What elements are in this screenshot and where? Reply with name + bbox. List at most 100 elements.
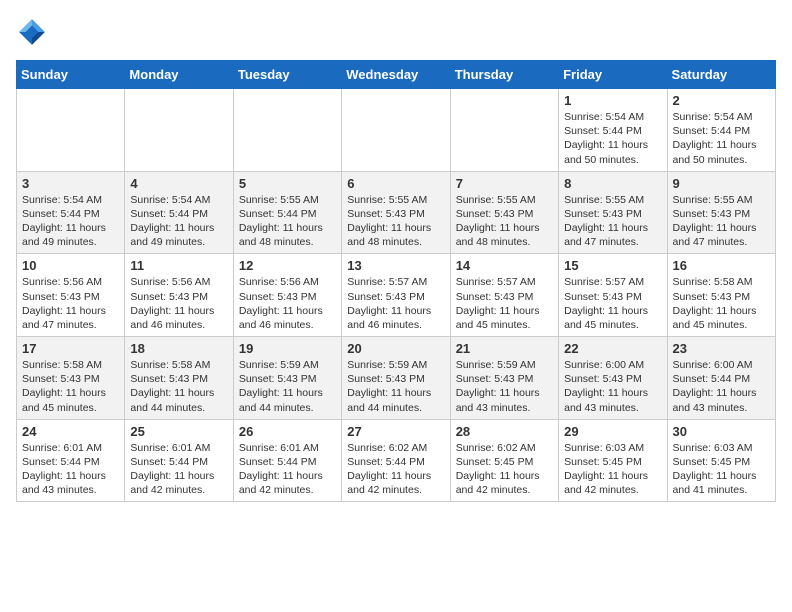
calendar-cell: 1 Sunrise: 5:54 AM Sunset: 5:44 PM Daylig… <box>559 89 667 172</box>
weekday-header-wednesday: Wednesday <box>342 61 450 89</box>
day-number: 20 <box>347 341 444 356</box>
calendar-cell <box>342 89 450 172</box>
day-number: 1 <box>564 93 661 108</box>
day-info: Sunrise: 6:01 AM Sunset: 5:44 PM Dayligh… <box>22 441 119 498</box>
day-info: Sunrise: 5:54 AM Sunset: 5:44 PM Dayligh… <box>673 110 770 167</box>
weekday-header-monday: Monday <box>125 61 233 89</box>
day-info: Sunrise: 5:59 AM Sunset: 5:43 PM Dayligh… <box>239 358 336 415</box>
day-info: Sunrise: 5:55 AM Sunset: 5:43 PM Dayligh… <box>673 193 770 250</box>
calendar-cell: 11 Sunrise: 5:56 AM Sunset: 5:43 PM Dayli… <box>125 254 233 337</box>
calendar-cell: 5 Sunrise: 5:55 AM Sunset: 5:44 PM Daylig… <box>233 171 341 254</box>
day-number: 30 <box>673 424 770 439</box>
day-info: Sunrise: 5:56 AM Sunset: 5:43 PM Dayligh… <box>130 275 227 332</box>
day-number: 25 <box>130 424 227 439</box>
calendar-cell <box>125 89 233 172</box>
calendar-week-4: 24 Sunrise: 6:01 AM Sunset: 5:44 PM Dayli… <box>17 419 776 502</box>
day-number: 11 <box>130 258 227 273</box>
calendar-cell: 29Sunrise: 6:03 AM Sunset: 5:45 PM Dayli… <box>559 419 667 502</box>
calendar-cell: 10 Sunrise: 5:56 AM Sunset: 5:43 PM Dayli… <box>17 254 125 337</box>
calendar-header-row: SundayMondayTuesdayWednesdayThursdayFrid… <box>17 61 776 89</box>
day-number: 4 <box>130 176 227 191</box>
calendar-cell <box>17 89 125 172</box>
day-info: Sunrise: 5:55 AM Sunset: 5:43 PM Dayligh… <box>456 193 553 250</box>
day-number: 5 <box>239 176 336 191</box>
day-number: 2 <box>673 93 770 108</box>
day-info: Sunrise: 5:57 AM Sunset: 5:43 PM Dayligh… <box>456 275 553 332</box>
logo <box>16 16 52 48</box>
day-number: 15 <box>564 258 661 273</box>
day-info: Sunrise: 5:58 AM Sunset: 5:43 PM Dayligh… <box>130 358 227 415</box>
day-number: 12 <box>239 258 336 273</box>
calendar-cell: 30Sunrise: 6:03 AM Sunset: 5:45 PM Dayli… <box>667 419 775 502</box>
day-info: Sunrise: 5:56 AM Sunset: 5:43 PM Dayligh… <box>22 275 119 332</box>
day-info: Sunrise: 5:59 AM Sunset: 5:43 PM Dayligh… <box>347 358 444 415</box>
day-number: 13 <box>347 258 444 273</box>
calendar-cell: 9Sunrise: 5:55 AM Sunset: 5:43 PM Daylig… <box>667 171 775 254</box>
day-info: Sunrise: 6:02 AM Sunset: 5:45 PM Dayligh… <box>456 441 553 498</box>
day-number: 27 <box>347 424 444 439</box>
day-number: 10 <box>22 258 119 273</box>
day-number: 21 <box>456 341 553 356</box>
day-info: Sunrise: 6:03 AM Sunset: 5:45 PM Dayligh… <box>564 441 661 498</box>
day-info: Sunrise: 6:01 AM Sunset: 5:44 PM Dayligh… <box>239 441 336 498</box>
calendar-cell: 18 Sunrise: 5:58 AM Sunset: 5:43 PM Dayli… <box>125 337 233 420</box>
day-info: Sunrise: 5:59 AM Sunset: 5:43 PM Dayligh… <box>456 358 553 415</box>
day-info: Sunrise: 5:57 AM Sunset: 5:43 PM Dayligh… <box>564 275 661 332</box>
weekday-header-thursday: Thursday <box>450 61 558 89</box>
calendar-cell: 22 Sunrise: 6:00 AM Sunset: 5:43 PM Dayli… <box>559 337 667 420</box>
calendar-cell: 13Sunrise: 5:57 AM Sunset: 5:43 PM Dayli… <box>342 254 450 337</box>
day-number: 8 <box>564 176 661 191</box>
day-number: 18 <box>130 341 227 356</box>
calendar-cell: 25 Sunrise: 6:01 AM Sunset: 5:44 PM Dayli… <box>125 419 233 502</box>
calendar-cell: 15 Sunrise: 5:57 AM Sunset: 5:43 PM Dayli… <box>559 254 667 337</box>
day-info: Sunrise: 6:00 AM Sunset: 5:43 PM Dayligh… <box>564 358 661 415</box>
day-number: 22 <box>564 341 661 356</box>
day-number: 28 <box>456 424 553 439</box>
calendar-cell: 6Sunrise: 5:55 AM Sunset: 5:43 PM Daylig… <box>342 171 450 254</box>
calendar-cell <box>233 89 341 172</box>
calendar-cell <box>450 89 558 172</box>
day-info: Sunrise: 5:54 AM Sunset: 5:44 PM Dayligh… <box>564 110 661 167</box>
day-number: 24 <box>22 424 119 439</box>
page-header <box>16 16 776 48</box>
day-number: 14 <box>456 258 553 273</box>
calendar-cell: 17 Sunrise: 5:58 AM Sunset: 5:43 PM Dayli… <box>17 337 125 420</box>
calendar-cell: 21 Sunrise: 5:59 AM Sunset: 5:43 PM Dayli… <box>450 337 558 420</box>
day-info: Sunrise: 5:58 AM Sunset: 5:43 PM Dayligh… <box>673 275 770 332</box>
day-number: 17 <box>22 341 119 356</box>
day-info: Sunrise: 6:02 AM Sunset: 5:44 PM Dayligh… <box>347 441 444 498</box>
calendar-week-0: 1 Sunrise: 5:54 AM Sunset: 5:44 PM Daylig… <box>17 89 776 172</box>
calendar-cell: 3 Sunrise: 5:54 AM Sunset: 5:44 PM Daylig… <box>17 171 125 254</box>
day-info: Sunrise: 5:54 AM Sunset: 5:44 PM Dayligh… <box>22 193 119 250</box>
calendar-cell: 27 Sunrise: 6:02 AM Sunset: 5:44 PM Dayli… <box>342 419 450 502</box>
day-number: 19 <box>239 341 336 356</box>
day-info: Sunrise: 5:58 AM Sunset: 5:43 PM Dayligh… <box>22 358 119 415</box>
day-number: 16 <box>673 258 770 273</box>
day-number: 3 <box>22 176 119 191</box>
calendar-cell: 19 Sunrise: 5:59 AM Sunset: 5:43 PM Dayli… <box>233 337 341 420</box>
day-number: 23 <box>673 341 770 356</box>
calendar-table: SundayMondayTuesdayWednesdayThursdayFrid… <box>16 60 776 502</box>
day-info: Sunrise: 5:54 AM Sunset: 5:44 PM Dayligh… <box>130 193 227 250</box>
day-info: Sunrise: 5:55 AM Sunset: 5:43 PM Dayligh… <box>564 193 661 250</box>
day-info: Sunrise: 6:00 AM Sunset: 5:44 PM Dayligh… <box>673 358 770 415</box>
day-info: Sunrise: 5:56 AM Sunset: 5:43 PM Dayligh… <box>239 275 336 332</box>
logo-icon <box>16 16 48 48</box>
calendar-cell: 23 Sunrise: 6:00 AM Sunset: 5:44 PM Dayli… <box>667 337 775 420</box>
calendar-cell: 26 Sunrise: 6:01 AM Sunset: 5:44 PM Dayli… <box>233 419 341 502</box>
calendar-cell: 7Sunrise: 5:55 AM Sunset: 5:43 PM Daylig… <box>450 171 558 254</box>
calendar-cell: 24 Sunrise: 6:01 AM Sunset: 5:44 PM Dayli… <box>17 419 125 502</box>
calendar-cell: 2 Sunrise: 5:54 AM Sunset: 5:44 PM Daylig… <box>667 89 775 172</box>
calendar-week-1: 3 Sunrise: 5:54 AM Sunset: 5:44 PM Daylig… <box>17 171 776 254</box>
calendar-cell: 16 Sunrise: 5:58 AM Sunset: 5:43 PM Dayli… <box>667 254 775 337</box>
calendar-cell: 28 Sunrise: 6:02 AM Sunset: 5:45 PM Dayli… <box>450 419 558 502</box>
weekday-header-saturday: Saturday <box>667 61 775 89</box>
calendar-cell: 8 Sunrise: 5:55 AM Sunset: 5:43 PM Daylig… <box>559 171 667 254</box>
calendar-week-3: 17 Sunrise: 5:58 AM Sunset: 5:43 PM Dayli… <box>17 337 776 420</box>
day-number: 26 <box>239 424 336 439</box>
day-info: Sunrise: 6:01 AM Sunset: 5:44 PM Dayligh… <box>130 441 227 498</box>
day-info: Sunrise: 5:55 AM Sunset: 5:44 PM Dayligh… <box>239 193 336 250</box>
calendar-cell: 20 Sunrise: 5:59 AM Sunset: 5:43 PM Dayli… <box>342 337 450 420</box>
weekday-header-tuesday: Tuesday <box>233 61 341 89</box>
calendar-cell: 12 Sunrise: 5:56 AM Sunset: 5:43 PM Dayli… <box>233 254 341 337</box>
